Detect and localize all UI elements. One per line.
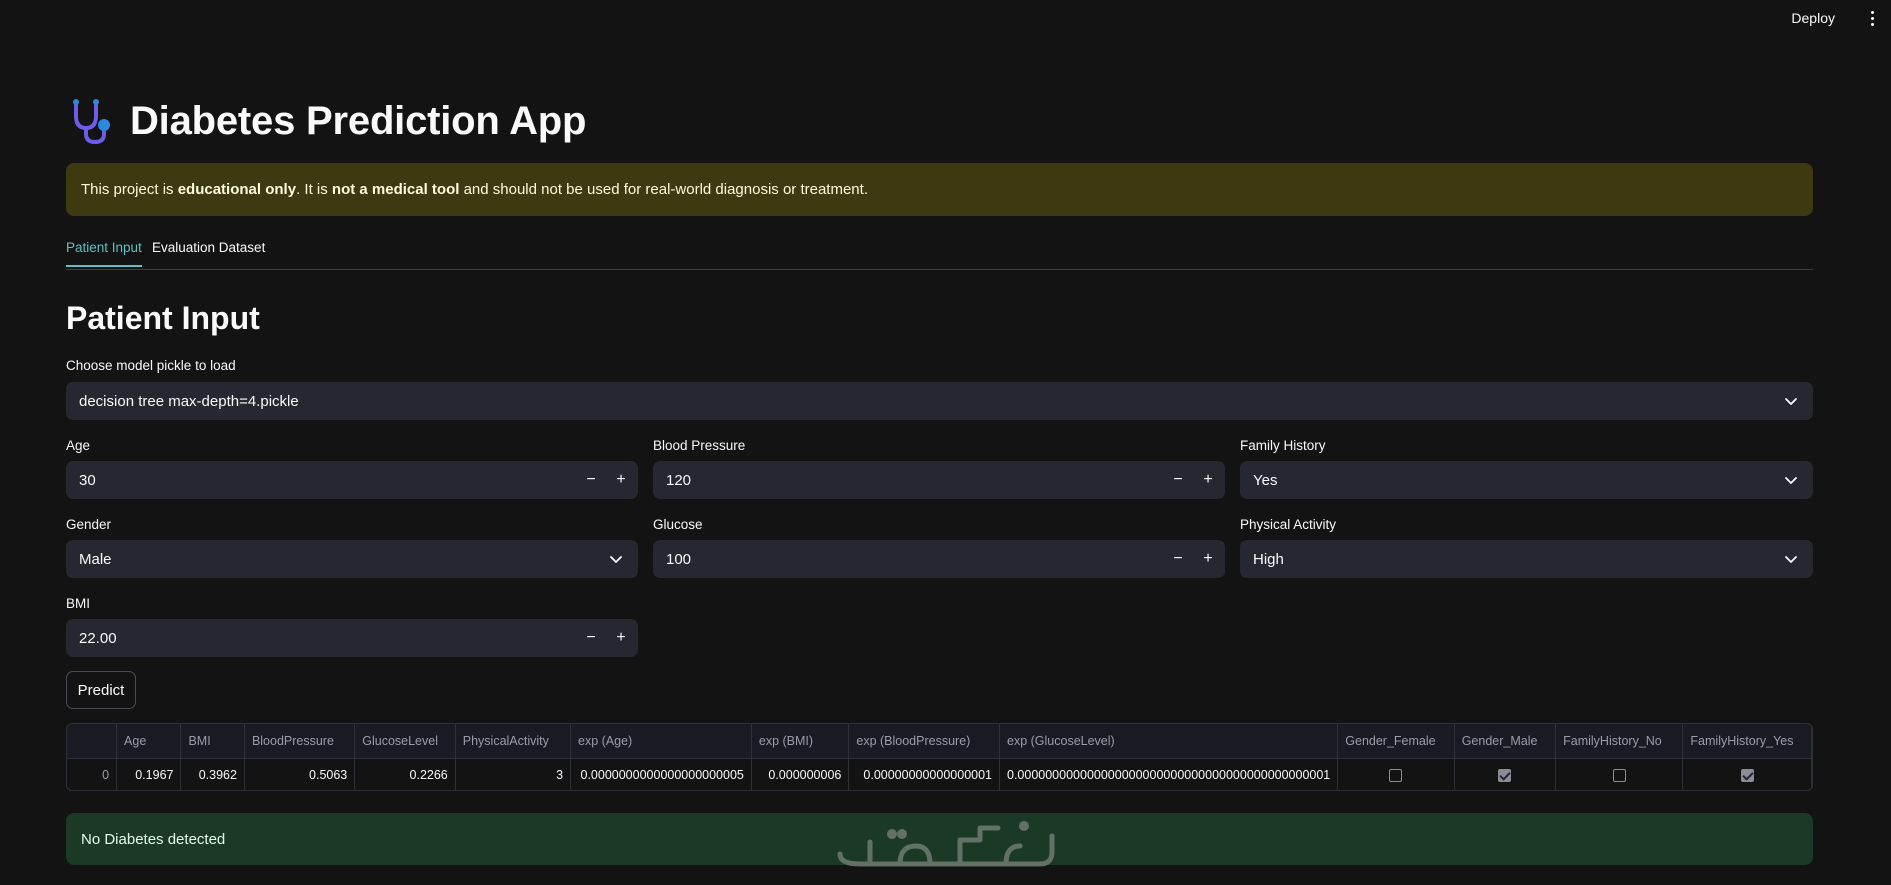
bmi-value: 22.00 bbox=[79, 629, 117, 647]
family-history-label: Family History bbox=[1240, 438, 1326, 453]
age-increment-button[interactable]: + bbox=[606, 461, 636, 499]
column-header[interactable] bbox=[67, 724, 118, 759]
chevron-down-icon bbox=[610, 556, 622, 563]
page-title: Diabetes Prediction App bbox=[130, 98, 587, 143]
model-select-value: decision tree max-depth=4.pickle bbox=[79, 392, 299, 410]
gender-value: Male bbox=[79, 550, 112, 568]
warning-bold-educational: educational only bbox=[177, 181, 297, 198]
column-header[interactable]: FamilyHistory_No bbox=[1555, 724, 1684, 759]
gender-label: Gender bbox=[66, 517, 112, 532]
chevron-down-icon bbox=[1785, 477, 1797, 484]
age-decrement-button[interactable]: − bbox=[576, 461, 606, 499]
age-value: 30 bbox=[79, 471, 96, 489]
cell-gender-male[interactable] bbox=[1454, 758, 1557, 790]
column-header[interactable]: BMI bbox=[180, 724, 245, 759]
tab-bar: Patient Input Evaluation Dataset bbox=[66, 240, 1813, 270]
glucose-number-input[interactable]: 100 − + bbox=[653, 540, 1225, 578]
cell-bmi[interactable]: 0.3962 bbox=[180, 758, 245, 790]
tab-evaluation-dataset[interactable]: Evaluation Dataset bbox=[152, 240, 265, 265]
blood-pressure-label: Blood Pressure bbox=[653, 438, 746, 453]
deploy-button[interactable]: Deploy bbox=[1791, 10, 1835, 26]
checkbox-family-history-yes bbox=[1740, 768, 1754, 782]
cell-family-history-no[interactable] bbox=[1555, 758, 1684, 790]
glucose-increment-button[interactable]: + bbox=[1193, 540, 1223, 578]
cell-age[interactable]: 0.1967 bbox=[116, 758, 182, 790]
stethoscope-icon bbox=[73, 99, 110, 145]
physical-activity-select[interactable]: High bbox=[1240, 540, 1813, 578]
warning-bold-not-medical: not a medical tool bbox=[331, 181, 460, 198]
family-history-value: Yes bbox=[1253, 471, 1278, 489]
column-header[interactable]: exp (BMI) bbox=[751, 724, 850, 759]
checkbox-gender-female bbox=[1389, 768, 1403, 782]
age-number-input[interactable]: 30 − + bbox=[66, 461, 638, 499]
bmi-label: BMI bbox=[66, 596, 91, 611]
column-header[interactable]: FamilyHistory_Yes bbox=[1682, 724, 1812, 759]
tab-patient-input[interactable]: Patient Input bbox=[66, 240, 142, 267]
model-select[interactable]: decision tree max-depth=4.pickle bbox=[66, 382, 1813, 420]
physical-activity-value: High bbox=[1253, 550, 1284, 568]
bmi-number-input[interactable]: 22.00 − + bbox=[66, 619, 638, 657]
column-header[interactable]: GlucoseLevel bbox=[354, 724, 456, 759]
chevron-down-icon bbox=[1785, 556, 1797, 563]
checkbox-gender-male bbox=[1498, 768, 1512, 782]
column-header[interactable]: Age bbox=[116, 724, 182, 759]
warning-text-middle: . It is bbox=[296, 181, 332, 198]
column-header[interactable]: BloodPressure bbox=[244, 724, 356, 759]
bmi-decrement-button[interactable]: − bbox=[576, 619, 606, 657]
kebab-menu-icon[interactable] bbox=[1865, 8, 1879, 28]
blood-pressure-number-input[interactable]: 120 − + bbox=[653, 461, 1225, 499]
section-title: Patient Input bbox=[66, 300, 260, 336]
family-history-select[interactable]: Yes bbox=[1240, 461, 1813, 499]
physical-activity-label: Physical Activity bbox=[1240, 517, 1337, 532]
glucose-decrement-button[interactable]: − bbox=[1163, 540, 1193, 578]
column-header[interactable]: exp (BloodPressure) bbox=[848, 724, 1000, 759]
cell-exp-age[interactable]: 0.0000000000000000000005 bbox=[570, 758, 752, 790]
glucose-label: Glucose bbox=[653, 517, 703, 532]
warning-text-prefix: This project is bbox=[81, 181, 178, 198]
watermark-logo bbox=[837, 821, 1055, 867]
features-dataframe[interactable]: Age BMI BloodPressure GlucoseLevel Physi… bbox=[66, 723, 1813, 791]
warning-text-suffix: and should not be used for real-world di… bbox=[459, 181, 868, 198]
predict-button[interactable]: Predict bbox=[66, 671, 136, 709]
age-label: Age bbox=[66, 438, 91, 453]
prediction-result-text: No Diabetes detected bbox=[81, 830, 226, 848]
row-index: 0 bbox=[67, 758, 118, 790]
cell-blood-pressure[interactable]: 0.5063 bbox=[244, 758, 356, 790]
cell-exp-blood-pressure[interactable]: 0.00000000000000001 bbox=[848, 758, 1000, 790]
column-header[interactable]: exp (Age) bbox=[570, 724, 752, 759]
column-header[interactable]: Gender_Female bbox=[1337, 724, 1455, 759]
cell-family-history-yes[interactable] bbox=[1682, 758, 1812, 790]
gender-select[interactable]: Male bbox=[66, 540, 638, 578]
column-header[interactable]: PhysicalActivity bbox=[455, 724, 572, 759]
educational-warning-banner: This project is educational only. It is … bbox=[66, 163, 1813, 216]
cell-glucose-level[interactable]: 0.2266 bbox=[354, 758, 456, 790]
table-header-row: Age BMI BloodPressure GlucoseLevel Physi… bbox=[67, 724, 1812, 759]
column-header[interactable]: Gender_Male bbox=[1454, 724, 1557, 759]
bmi-increment-button[interactable]: + bbox=[606, 619, 636, 657]
table-row: 0 0.1967 0.3962 0.5063 0.2266 3 0.000000… bbox=[67, 758, 1812, 790]
blood-pressure-decrement-button[interactable]: − bbox=[1163, 461, 1193, 499]
cell-exp-bmi[interactable]: 0.000000006 bbox=[751, 758, 850, 790]
glucose-value: 100 bbox=[666, 550, 692, 568]
cell-physical-activity[interactable]: 3 bbox=[455, 758, 572, 790]
model-select-label: Choose model pickle to load bbox=[66, 358, 236, 373]
features-table: Age BMI BloodPressure GlucoseLevel Physi… bbox=[67, 724, 1812, 790]
blood-pressure-increment-button[interactable]: + bbox=[1193, 461, 1223, 499]
cell-exp-glucose-level[interactable]: 0.00000000000000000000000000000000000000… bbox=[999, 758, 1339, 790]
column-header[interactable]: exp (GlucoseLevel) bbox=[999, 724, 1339, 759]
top-bar: Deploy bbox=[0, 0, 1891, 36]
cell-gender-female[interactable] bbox=[1337, 758, 1455, 790]
title-row: Diabetes Prediction App bbox=[66, 96, 586, 146]
blood-pressure-value: 120 bbox=[666, 471, 692, 489]
checkbox-family-history-no bbox=[1612, 768, 1626, 782]
chevron-down-icon bbox=[1785, 398, 1797, 405]
